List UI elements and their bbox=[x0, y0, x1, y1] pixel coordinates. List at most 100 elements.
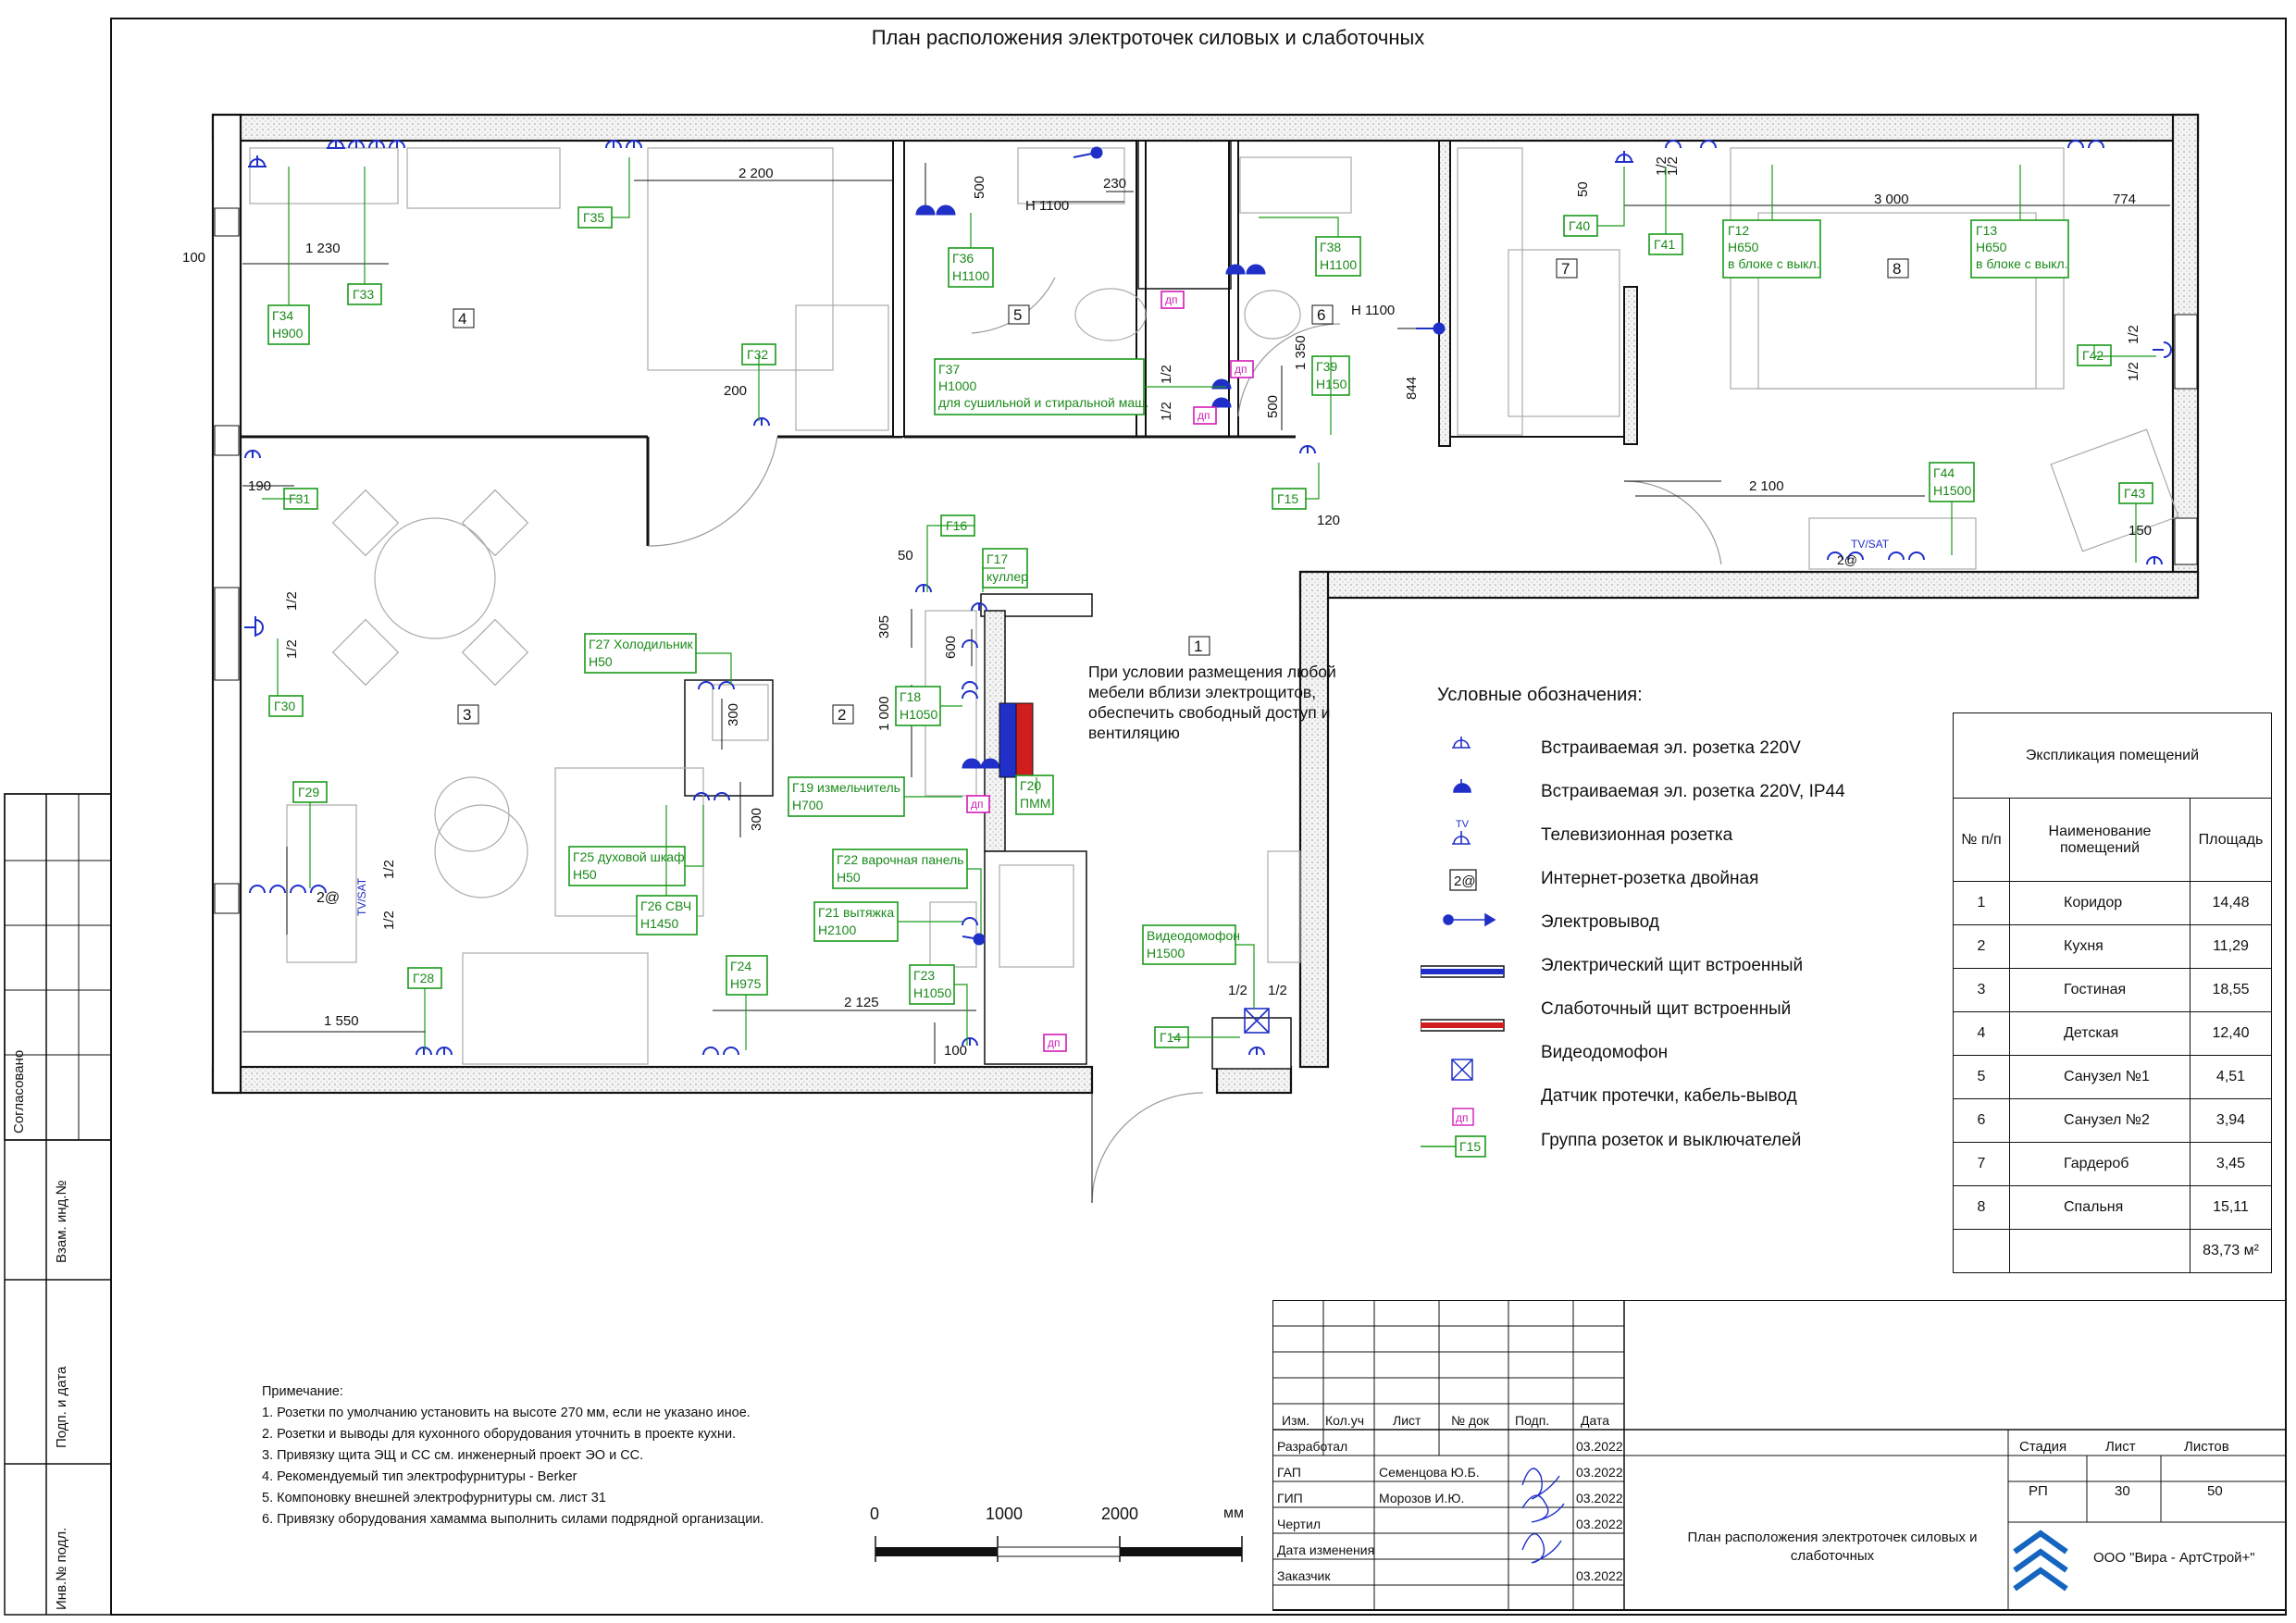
legend-item-outlet: Встраиваемая эл. розетка 220V bbox=[1541, 738, 1801, 758]
explication-table: Экспликация помещений № п/п Наименование… bbox=[1953, 712, 2272, 1273]
stamp-h-list: Лист bbox=[1393, 1413, 1421, 1428]
stamp-h-kolich: Кол.уч bbox=[1325, 1413, 1364, 1428]
explication-cell: Санузел №2 bbox=[2009, 1098, 2191, 1143]
legend-group-icon: Г15 bbox=[1459, 1139, 1481, 1154]
g24-line2: Н975 bbox=[730, 976, 762, 991]
explication-cell: 11,29 bbox=[2190, 924, 2272, 969]
company-logo bbox=[2013, 1526, 2068, 1605]
dim-half-8: 1/2 bbox=[1268, 983, 1287, 998]
wall-bottom-mid bbox=[1215, 1065, 1293, 1095]
wall-bottom-left bbox=[211, 1065, 1094, 1095]
dim-100-bottom: 100 bbox=[944, 1043, 967, 1059]
g18-line2: Н1050 bbox=[900, 707, 937, 722]
stamp-stage-label: Стадия bbox=[2019, 1439, 2067, 1455]
table-row: 5 Санузел №1 4,51 bbox=[1953, 1055, 2272, 1099]
g33: Г33 bbox=[353, 287, 374, 302]
explication-cell: 18,55 bbox=[2190, 968, 2272, 1012]
g37-line1: Г37 bbox=[938, 362, 960, 377]
legend-item-lowcurrent-panel: Слаботочный щит встроенный bbox=[1541, 999, 1792, 1019]
explication-total: 83,73 м² bbox=[2190, 1229, 2272, 1273]
dim-230: 230 bbox=[1103, 176, 1126, 192]
wall-inner-right bbox=[1298, 570, 2200, 600]
dim-1230: 1 230 bbox=[305, 241, 341, 256]
g19-line2: Н700 bbox=[792, 798, 824, 812]
note-6: 6. Привязку оборудования хамамма выполни… bbox=[262, 1512, 764, 1527]
explication-header-name: Наименование помещений bbox=[2009, 798, 2191, 882]
stamp-name-3: Морозов И.Ю. bbox=[1379, 1491, 1465, 1505]
g18-line1: Г18 bbox=[900, 689, 921, 704]
dim-half-2: 1/2 bbox=[284, 639, 300, 659]
stamp-role-5: Дата изменения bbox=[1277, 1542, 1375, 1557]
wall-top bbox=[211, 113, 2200, 142]
g22-line1: Г22 варочная панель bbox=[837, 852, 964, 867]
g36-line1: Г36 bbox=[952, 251, 974, 266]
explication-cell: Гостиная bbox=[2009, 968, 2191, 1012]
stamp-sheet-value: 30 bbox=[2115, 1483, 2130, 1499]
g17-line2: куллер bbox=[987, 569, 1028, 584]
g38-line1: Г38 bbox=[1320, 240, 1341, 254]
leak-sensor-4: дп bbox=[971, 798, 984, 811]
g13-line1: Г13 bbox=[1976, 223, 1997, 238]
net-bedroom: 2@ bbox=[1837, 552, 1857, 567]
dim-h1100-a: Н 1100 bbox=[1025, 198, 1069, 214]
dim-305: 305 bbox=[876, 615, 892, 638]
legend-electro-output-icon bbox=[1443, 912, 1496, 927]
panel-note-line4: вентиляцию bbox=[1088, 724, 1180, 742]
stamp-role-6: Заказчик bbox=[1277, 1568, 1331, 1583]
stamp-date-2: 03.2022 bbox=[1576, 1465, 1623, 1480]
legend-tv-icon: TV bbox=[1456, 819, 1470, 830]
tv-sat-living: TV/SAT bbox=[355, 877, 368, 916]
g27-line2: Н50 bbox=[589, 654, 613, 669]
room-num-3: 3 bbox=[463, 706, 471, 724]
dim-1000: 1 000 bbox=[876, 696, 892, 731]
legend-outlet-ip44-icon bbox=[1453, 779, 1471, 793]
room-num-7: 7 bbox=[1561, 260, 1570, 278]
explication-cell: 3,94 bbox=[2190, 1098, 2272, 1143]
legend-net-icon: 2@ bbox=[1454, 873, 1476, 889]
table-row: 8 Спальня 15,11 bbox=[1953, 1185, 2272, 1230]
legend-group-symbol: Г15 bbox=[1421, 1135, 1486, 1158]
g43: Г43 bbox=[2124, 486, 2145, 501]
room-num-1: 1 bbox=[1194, 638, 1202, 655]
note-5: 5. Компоновку внешней электрофурнитуры с… bbox=[262, 1491, 606, 1505]
explication-cell: 3 bbox=[1953, 968, 2010, 1012]
dim-2200: 2 200 bbox=[738, 166, 774, 181]
g36-line2: Н1100 bbox=[952, 268, 989, 283]
g26-line1: Г26 СВЧ bbox=[640, 898, 691, 913]
dim-50-kitchen: 50 bbox=[898, 548, 913, 564]
legend-item-electro-output: Электровывод bbox=[1541, 912, 1659, 932]
electrical-panel-plan bbox=[999, 702, 1017, 778]
note-3: 3. Привязку щита ЭЩ и СС см. инженерный … bbox=[262, 1448, 644, 1463]
wall-corridor-right bbox=[1298, 570, 1330, 1069]
stamp-company: ООО "Вира - АртСтрой+" bbox=[2093, 1550, 2255, 1566]
drawing-sheet: План расположения электроточек силовых и… bbox=[0, 0, 2296, 1623]
dim-120: 120 bbox=[1317, 513, 1340, 528]
leak-sensor-2: дп bbox=[1235, 363, 1247, 376]
dim-200: 200 bbox=[724, 383, 747, 399]
dim-50-wardrobe: 50 bbox=[1575, 181, 1591, 197]
g41: Г41 bbox=[1654, 237, 1675, 252]
dim-774: 774 bbox=[2113, 192, 2136, 207]
legend-electrical-panel-icon bbox=[1421, 969, 1504, 974]
dim-half-10: 1/2 bbox=[1665, 156, 1681, 176]
legend-item-tv: Телевизионная розетка bbox=[1541, 825, 1733, 845]
table-row: 2 Кухня 11,29 bbox=[1953, 924, 2272, 969]
g39-line2: Н150 bbox=[1316, 377, 1347, 391]
g21-line1: Г21 вытяжка bbox=[818, 905, 894, 920]
dim-half-6: 1/2 bbox=[1159, 402, 1174, 421]
legend-item-electrical-panel: Электрический щит встроенный bbox=[1541, 956, 1804, 975]
g22-line2: Н50 bbox=[837, 870, 861, 885]
leak-sensor-1: дп bbox=[1165, 293, 1178, 306]
dim-844: 844 bbox=[1404, 377, 1420, 400]
panel-note-line1: При условии размещения любой bbox=[1088, 663, 1336, 681]
room-num-5: 5 bbox=[1013, 306, 1022, 324]
legend-lowcurrent-panel-icon bbox=[1421, 1022, 1504, 1028]
stamp-h-sign: Подп. bbox=[1515, 1413, 1550, 1428]
scale-unit: мм bbox=[1223, 1505, 1244, 1521]
dim-half-7: 1/2 bbox=[1228, 983, 1247, 998]
g35: Г35 bbox=[583, 210, 604, 225]
explication-header-num: № п/п bbox=[1953, 798, 2010, 882]
lowcurrent-panel-plan bbox=[1015, 702, 1034, 778]
stamp-sheets-label: Листов bbox=[2184, 1439, 2229, 1455]
scale-label-2000: 2000 bbox=[1101, 1505, 1138, 1523]
